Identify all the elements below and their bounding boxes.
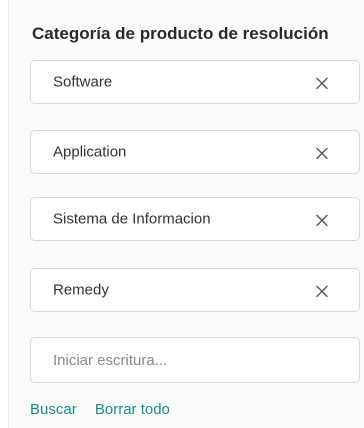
close-icon[interactable] — [315, 213, 329, 227]
chip-label: Software — [53, 73, 113, 91]
close-icon[interactable] — [315, 76, 329, 90]
close-icon[interactable] — [315, 284, 329, 298]
chip-label: Application — [53, 143, 127, 161]
selected-chip-sistema-de-informacion: Sistema de Informacion — [30, 197, 360, 241]
search-link[interactable]: Buscar — [30, 401, 77, 418]
selected-chip-application: Application — [30, 130, 360, 174]
chip-label: Remedy — [53, 281, 109, 299]
search-input[interactable] — [30, 337, 360, 383]
chip-label: Sistema de Informacion — [53, 210, 211, 228]
filter-actions: Buscar Borrar todo — [30, 401, 184, 418]
filter-title: Categoría de producto de resolución — [32, 24, 329, 43]
selected-chip-software: Software — [30, 60, 360, 104]
selected-chip-remedy: Remedy — [30, 268, 360, 312]
clear-all-link[interactable]: Borrar todo — [95, 401, 170, 418]
close-icon[interactable] — [315, 146, 329, 160]
